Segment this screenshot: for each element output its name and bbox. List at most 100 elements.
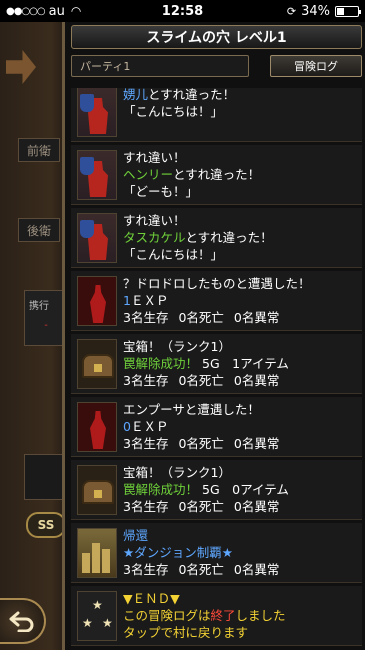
monster-portrait: [77, 402, 117, 452]
stars-badge-icon: ★ ★ ★: [77, 591, 117, 641]
dungeon-title: スライムの穴 レベル1: [71, 25, 362, 49]
log-entry[interactable]: すれ違い！ タスカケルとすれ違った！ 「こんにちは！」: [71, 208, 362, 268]
party-selector[interactable]: パーティ1: [71, 55, 249, 77]
log-segment: 終了: [210, 608, 236, 623]
log-segment: 0名死亡: [178, 436, 224, 451]
arrow-right-icon: [6, 50, 36, 84]
rotation-lock-icon: ⟳: [286, 4, 297, 18]
log-segment: 5G 1アイテム: [198, 356, 289, 371]
side-slot: [24, 454, 64, 500]
carrier-label: au: [48, 3, 65, 19]
log-line: 0ＥＸＰ: [123, 418, 289, 435]
log-line: ★ダンジョン制覇★: [123, 544, 289, 561]
building-shape: [92, 543, 100, 573]
star-icon: ★: [82, 616, 93, 630]
log-segment: 0名異常: [233, 373, 280, 388]
star-icon: ★: [92, 598, 103, 612]
log-segment: ★ダンジョン制覇★: [123, 545, 233, 560]
log-line: ヘンリーとすれ違った！: [123, 166, 260, 183]
log-segment: 3名生存: [123, 436, 169, 451]
log-segment: 3名生存: [123, 562, 169, 577]
log-entry[interactable]: エンプーサと遭遇した！ 0ＥＸＰ 3名生存 0名死亡 0名異常: [71, 397, 362, 457]
log-segment: 3名生存: [123, 373, 169, 388]
chest-lock: [94, 364, 102, 372]
log-segment: 3名生存: [123, 499, 169, 514]
log-line: すれ違い！: [123, 212, 273, 229]
log-line: 帰還: [123, 527, 289, 544]
treasure-chest-icon: [77, 465, 117, 515]
log-segment: タップで村に戻ります: [123, 625, 249, 640]
status-bar: ●●○○○ au ◠ 12:58 ⟳ 34%: [0, 0, 365, 22]
log-segment: 宝箱！（ランク1）: [123, 465, 231, 480]
hero-portrait: [77, 88, 117, 137]
log-segment: しました: [235, 608, 286, 623]
log-entry-text: ？ドロドロしたものと遭遇した！ 1ＥＸＰ 3名生存 0名死亡 0名異常: [123, 271, 311, 330]
log-segment: 罠解除成功！: [123, 482, 199, 497]
log-line: 3名生存 0名死亡 0名異常: [123, 435, 289, 452]
shield-icon: [80, 94, 94, 112]
log-line: 「こんにちは！」: [123, 246, 273, 263]
log-segment: すれ違い！: [123, 213, 186, 228]
log-segment: この冒険ログは: [123, 608, 211, 623]
log-line: すれ違い！: [123, 149, 260, 166]
log-line: 娚儿とすれ違った！: [123, 88, 235, 103]
log-entry[interactable]: 宝箱！（ランク1） 罠解除成功！ 5G 0アイテム 3名生存 0名死亡 0名異常: [71, 460, 362, 520]
battery-fill: [337, 7, 344, 15]
log-line: 「どーも！」: [123, 183, 260, 200]
log-entry[interactable]: 娚儿とすれ違った！ 「こんにちは！」: [71, 88, 362, 142]
carry-card-value: -: [44, 320, 48, 331]
log-line: 3名生存 0名死亡 0名異常: [123, 309, 311, 326]
log-line: エンプーサと遭遇した！: [123, 401, 289, 418]
log-segment: とすれ違った！: [173, 167, 261, 182]
log-segment: 0名死亡: [178, 373, 224, 388]
log-segment: 1: [123, 293, 131, 308]
log-entry-text: すれ違い！ ヘンリーとすれ違った！ 「どーも！」: [123, 145, 260, 204]
chest-lock: [94, 490, 102, 498]
log-segment: エンプーサと遭遇した！: [123, 402, 260, 417]
log-line: 罠解除成功！ 5G 1アイテム: [123, 355, 289, 372]
log-segment: とすれ違った！: [185, 230, 273, 245]
log-entry-text: ▼ＥＮＤ▼ この冒険ログは終了しましたタップで村に戻ります: [123, 586, 286, 645]
log-segment: ＥＸＰ: [130, 293, 169, 308]
log-segment: 「どーも！」: [123, 184, 199, 199]
log-entry[interactable]: 帰還 ★ダンジョン制覇★ 3名生存 0名死亡 0名異常: [71, 523, 362, 583]
hero-portrait: [77, 213, 117, 263]
front-row-label: 前衛: [18, 138, 60, 162]
monster-figure: [90, 411, 106, 449]
log-segment: 帰還: [123, 528, 149, 543]
log-segment: 娚儿: [123, 88, 149, 102]
log-line: ？ドロドロしたものと遭遇した！: [123, 275, 311, 292]
building-shape: [82, 553, 90, 573]
log-entry[interactable]: 宝箱！（ランク1） 罠解除成功！ 5G 1アイテム 3名生存 0名死亡 0名異常: [71, 334, 362, 394]
carry-card-label: 携行: [29, 301, 49, 312]
log-line: 宝箱！（ランク1）: [123, 338, 289, 355]
back-button[interactable]: [0, 598, 46, 644]
adventure-log-button[interactable]: 冒険ログ: [270, 55, 362, 77]
monster-portrait: [77, 276, 117, 326]
log-entry-text: 宝箱！（ランク1） 罠解除成功！ 5G 0アイテム 3名生存 0名死亡 0名異常: [123, 460, 289, 519]
town-icon: [77, 528, 117, 578]
log-line: 3名生存 0名死亡 0名異常: [123, 372, 289, 389]
log-segment: 「こんにちは！」: [123, 104, 224, 119]
log-entry-text: 帰還 ★ダンジョン制覇★ 3名生存 0名死亡 0名異常: [123, 523, 289, 582]
log-segment: ？ドロドロしたものと遭遇した！: [123, 276, 311, 291]
log-segment: 0名死亡: [178, 310, 224, 325]
log-segment: 0名異常: [233, 499, 280, 514]
log-segment: 0名異常: [233, 310, 280, 325]
star-icon: ★: [102, 616, 113, 630]
log-entry-text: エンプーサと遭遇した！ 0ＥＸＰ 3名生存 0名死亡 0名異常: [123, 397, 289, 456]
building-shape: [102, 549, 110, 573]
log-segment: すれ違い！: [123, 150, 186, 165]
log-list[interactable]: 娚儿とすれ違った！ 「こんにちは！」 すれ違い！ ヘンリーとすれ違った！ 「どーも！」す…: [71, 88, 362, 650]
battery-icon: [335, 5, 361, 17]
log-entry[interactable]: ★ ★ ★ ▼ＥＮＤ▼ この冒険ログは終了しましたタップで村に戻ります: [71, 586, 362, 646]
log-segment: 宝箱！（ランク1）: [123, 339, 231, 354]
log-entry[interactable]: すれ違い！ ヘンリーとすれ違った！ 「どーも！」: [71, 145, 362, 205]
header-row: パーティ1 冒険ログ: [71, 55, 362, 79]
ss-badge[interactable]: SS: [26, 512, 66, 538]
log-segment: 5G 0アイテム: [198, 482, 289, 497]
log-entry-text: すれ違い！ タスカケルとすれ違った！ 「こんにちは！」: [123, 208, 273, 267]
log-segment: 0名異常: [233, 436, 280, 451]
log-entry[interactable]: ？ドロドロしたものと遭遇した！ 1ＥＸＰ 3名生存 0名死亡 0名異常: [71, 271, 362, 331]
log-segment: ▼ＥＮＤ▼: [123, 591, 180, 606]
